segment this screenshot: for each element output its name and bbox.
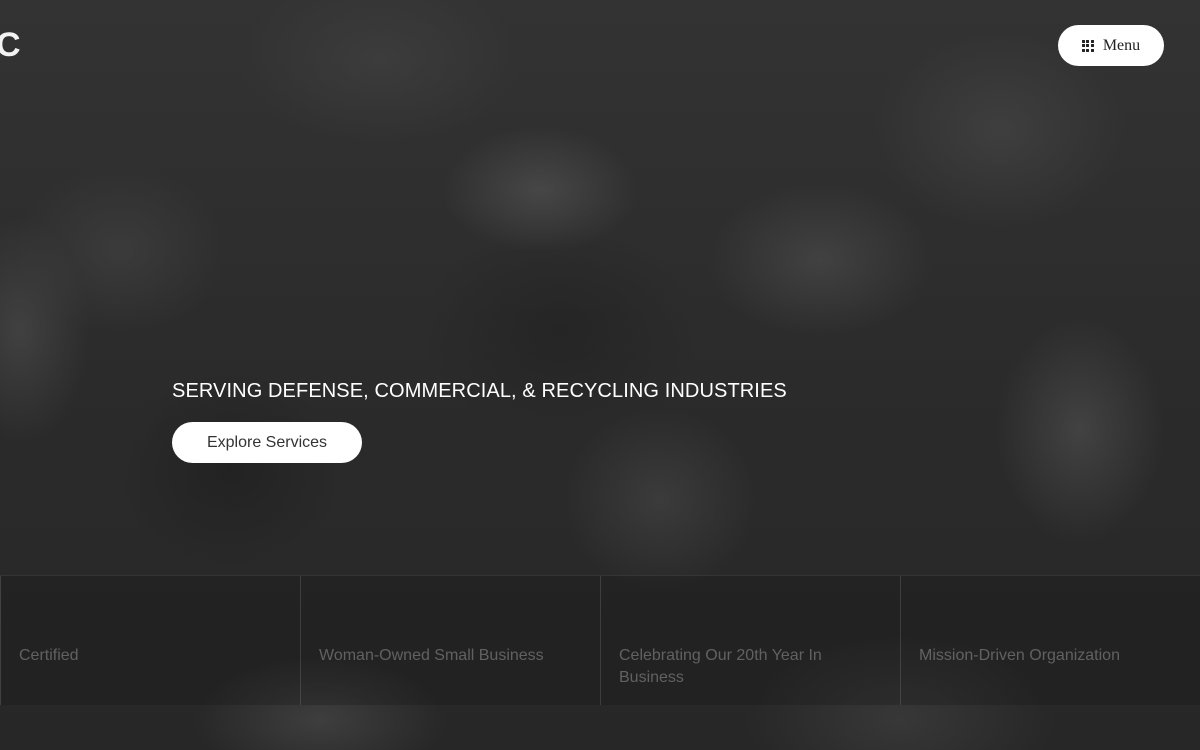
feature-card-certified: Certified (0, 575, 300, 705)
explore-services-button[interactable]: Explore Services (172, 422, 362, 463)
feature-label: Woman-Owned Small Business (319, 647, 544, 664)
feature-label: Celebrating Our 20th Year In Business (619, 647, 822, 686)
feature-strip: Certified Woman-Owned Small Business Cel… (0, 575, 1200, 705)
feature-card-mission-driven: Mission-Driven Organization (900, 575, 1200, 705)
hero-tagline: SERVING DEFENSE, COMMERCIAL, & RECYCLING… (172, 380, 787, 402)
feature-card-woman-owned: Woman-Owned Small Business (300, 575, 600, 705)
feature-label: Mission-Driven Organization (919, 647, 1120, 664)
feature-card-20th-year: Celebrating Our 20th Year In Business (600, 575, 900, 705)
grid-icon (1081, 39, 1094, 52)
menu-button[interactable]: Menu (1058, 25, 1164, 66)
menu-label: Menu (1102, 36, 1141, 54)
feature-label: Certified (19, 647, 79, 664)
site-logo[interactable]: C (0, 28, 21, 62)
